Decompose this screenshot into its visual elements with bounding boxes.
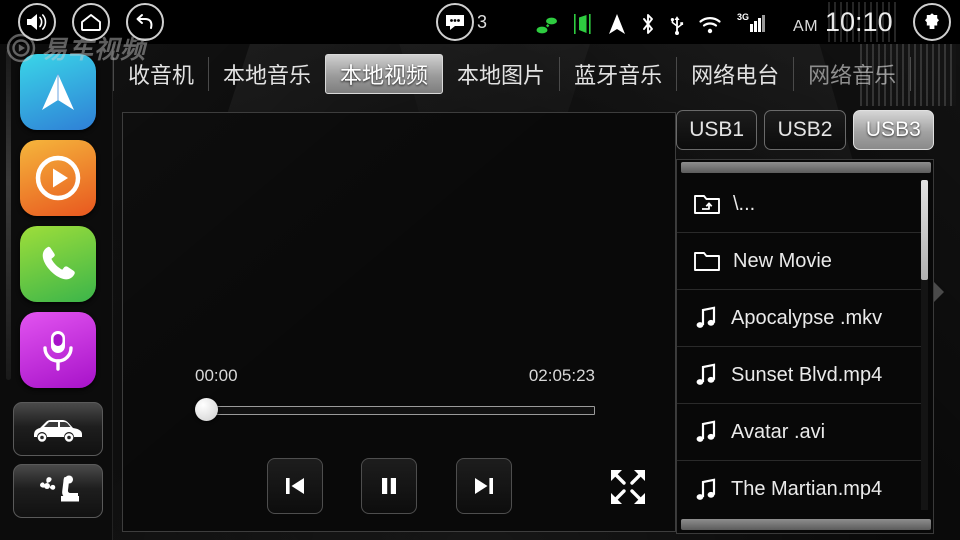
list-scrollbar-bottom[interactable] (681, 519, 931, 530)
tab-local-video[interactable]: 本地视频 (325, 54, 444, 94)
svg-text:3G: 3G (737, 12, 749, 22)
parking-sensor-icon (535, 9, 559, 35)
list-expand-arrow-icon[interactable] (934, 282, 944, 302)
list-item-label: Sunset Blvd.mp4 (731, 363, 883, 386)
play-circle-icon (33, 153, 83, 203)
home-icon[interactable] (72, 3, 110, 41)
status-bar-left-buttons (18, 3, 164, 41)
phone-icon (35, 241, 81, 287)
main-tab-bar: 收音机 本地音乐 本地视频 本地图片 蓝牙音乐 网络电台 网络音乐 (113, 48, 960, 100)
list-item-label: The Martian.mp4 (731, 478, 883, 500)
clock-time: 10:10 (825, 6, 893, 37)
signal-3g-icon: 3G (735, 10, 766, 34)
music-note-icon (693, 362, 719, 388)
navigation-app[interactable] (20, 54, 96, 130)
next-button[interactable] (456, 458, 512, 514)
usb-source-usb1[interactable]: USB1 (676, 110, 758, 150)
music-note-icon (693, 419, 719, 445)
navigation-arrow-icon (35, 69, 81, 115)
list-vertical-scrollbar-thumb[interactable] (921, 180, 928, 280)
tab-internet-radio[interactable]: 网络电台 (677, 54, 793, 94)
climate-fan-seat-icon (31, 474, 85, 508)
tab-online-music[interactable]: 网络音乐 (794, 54, 910, 94)
usb-source-usb3[interactable]: USB3 (852, 110, 934, 150)
fullscreen-button[interactable] (603, 462, 653, 512)
list-item-label: Avatar .avi (731, 420, 826, 443)
music-note-icon (693, 305, 719, 331)
phone-app[interactable] (20, 226, 96, 302)
usb-source-tabs: USB1 USB2 USB3 (676, 110, 934, 150)
volume-icon[interactable] (18, 3, 56, 41)
bluetooth-icon (640, 9, 656, 35)
list-item-file[interactable]: The Martian.mp4 (677, 461, 927, 518)
skip-forward-icon (471, 473, 497, 499)
tab-radio[interactable]: 收音机 (114, 54, 208, 94)
media-app[interactable] (20, 140, 96, 216)
video-player-panel[interactable]: 00:00 02:05:23 (122, 112, 676, 532)
voice-app[interactable] (20, 312, 96, 388)
car-icon (29, 414, 87, 444)
wifi-icon (698, 9, 722, 35)
sidebar-scroll-rail[interactable] (6, 50, 11, 380)
list-item-label: \... (733, 192, 756, 215)
message-count: 3 (477, 11, 488, 32)
messages-indicator[interactable]: 3 (436, 3, 487, 41)
car-settings-button[interactable] (13, 402, 103, 456)
usb-source-usb2[interactable]: USB2 (764, 110, 846, 150)
tab-separator (910, 57, 912, 91)
list-item-parent-folder[interactable]: \... (677, 176, 927, 233)
tab-local-pictures[interactable]: 本地图片 (443, 54, 559, 94)
status-indicator-icons: 3G (535, 9, 766, 35)
parent-folder-icon (693, 192, 721, 216)
music-note-icon (693, 477, 719, 503)
folder-icon (693, 249, 721, 273)
door-open-icon (572, 9, 594, 35)
usb-icon (669, 9, 685, 35)
playback-time-row: 00:00 02:05:23 (195, 366, 595, 386)
message-bubble-icon[interactable] (436, 3, 474, 41)
status-bar: 3 3G AM 10:10 (0, 0, 960, 44)
pause-icon (376, 473, 402, 499)
tab-bluetooth-music[interactable]: 蓝牙音乐 (560, 54, 676, 94)
list-item-file[interactable]: Apocalypse .mkv (677, 290, 927, 347)
list-scrollbar-top[interactable] (681, 162, 931, 173)
microphone-icon (36, 326, 80, 374)
playback-controls (123, 458, 677, 522)
list-item-folder[interactable]: New Movie (677, 233, 927, 290)
clock: AM 10:10 (793, 7, 893, 38)
list-item-file[interactable]: Sunset Blvd.mp4 (677, 347, 927, 404)
settings-gear-icon[interactable] (912, 3, 951, 41)
file-list-items: \... New Movie Apocalypse .mkv Sunset Bl… (677, 176, 927, 518)
tab-local-music[interactable]: 本地音乐 (209, 54, 325, 94)
list-item-file[interactable]: Avatar .avi (677, 404, 927, 461)
back-icon[interactable] (126, 3, 164, 41)
expand-arrows-icon (606, 465, 650, 509)
elapsed-time: 00:00 (195, 366, 238, 385)
left-sidebar (0, 44, 113, 540)
seek-slider[interactable] (195, 398, 595, 421)
file-list: \... New Movie Apocalypse .mkv Sunset Bl… (676, 159, 934, 534)
previous-button[interactable] (267, 458, 323, 514)
list-item-label: Apocalypse .mkv (731, 306, 883, 329)
navigation-arrow-icon (607, 9, 627, 35)
clock-ampm: AM (793, 17, 819, 35)
climate-button[interactable] (13, 464, 103, 518)
total-duration: 02:05:23 (528, 366, 595, 385)
skip-back-icon (282, 473, 308, 499)
seek-thumb[interactable] (195, 398, 218, 421)
seek-track[interactable] (207, 406, 595, 415)
pause-button[interactable] (361, 458, 417, 514)
file-browser-panel: USB1 USB2 USB3 \... New Movie Apocalypse… (676, 110, 944, 534)
list-item-label: New Movie (733, 249, 832, 272)
